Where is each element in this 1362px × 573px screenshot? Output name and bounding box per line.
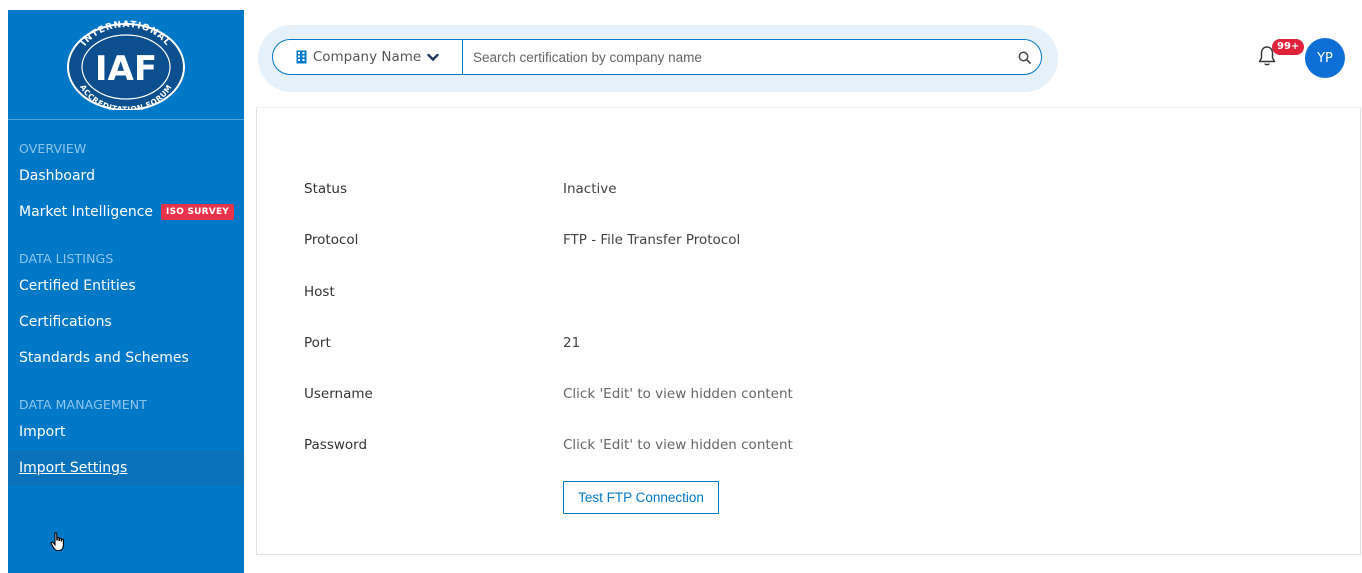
search-filter-dropdown[interactable]: Company Name [273,40,463,74]
detail-label: Password [304,437,368,453]
detail-label: Protocol [304,232,359,248]
detail-value: FTP - File Transfer Protocol [563,232,741,248]
sidebar-item-market-intelligence[interactable]: Market Intelligence ISO SURVEY [19,194,235,230]
search-button[interactable] [1007,40,1041,74]
detail-label: Status [304,181,348,197]
sidebar-item-import-settings[interactable]: Import Settings [8,450,244,486]
avatar[interactable]: YP [1305,38,1345,78]
detail-value: Inactive [563,181,617,197]
sidebar-item-certifications[interactable]: Certifications [19,304,233,340]
building-icon [296,50,307,64]
sidebar-item-standards-and-schemes[interactable]: Standards and Schemes [19,340,233,376]
sidebar-heading-overview: OVERVIEW [19,141,87,156]
detail-row-status: Status Inactive [304,179,1304,199]
sidebar-section-overview: OVERVIEW Dashboard Market Intelligence I… [8,140,244,230]
test-ftp-connection-button[interactable]: Test FTP Connection [563,481,719,514]
sidebar-heading-data-listings: DATA LISTINGS [19,251,114,266]
iaf-logo: INTERNATIONAL ACCREDITATION FORUM IAF [67,20,185,110]
detail-label: Port [304,335,331,351]
search-icon [1018,51,1031,64]
detail-value: 21 [563,335,581,351]
notification-count-badge: 99+ [1272,39,1305,55]
logo-main-text: IAF [95,49,157,89]
detail-row-host: Host [304,282,1304,302]
import-settings-details: Status Inactive Protocol FTP - File Tran… [256,148,1361,555]
detail-row-password: Password Click 'Edit' to view hidden con… [304,435,1304,455]
detail-row-username: Username Click 'Edit' to view hidden con… [304,384,1304,404]
search-filter-label: Company Name [312,49,422,65]
chevron-down-icon [427,53,439,61]
search-input[interactable] [463,40,1007,74]
detail-value: Click 'Edit' to view hidden content [563,437,793,453]
sidebar-section-data-listings: DATA LISTINGS Certified Entities Certifi… [8,250,244,376]
sidebar-item-import[interactable]: Import [19,414,233,450]
search-bar-container: Company Name [258,25,1058,92]
detail-row-protocol: Protocol FTP - File Transfer Protocol [304,230,1304,250]
card-header [256,107,1361,149]
detail-value: Click 'Edit' to view hidden content [563,386,793,402]
hand-cursor-icon [50,532,64,552]
sidebar: INTERNATIONAL ACCREDITATION FORUM IAF OV… [8,10,244,573]
sidebar-item-dashboard[interactable]: Dashboard [19,158,233,194]
detail-row-port: Port 21 [304,333,1304,353]
detail-label: Host [304,284,335,300]
detail-label: Username [304,386,373,402]
sidebar-item-certified-entities[interactable]: Certified Entities [19,268,233,304]
iso-survey-badge: ISO SURVEY [161,204,235,220]
logo-area[interactable]: INTERNATIONAL ACCREDITATION FORUM IAF [8,10,244,120]
sidebar-heading-data-management: DATA MANAGEMENT [19,397,147,412]
search-box: Company Name [272,39,1042,75]
sidebar-section-data-management: DATA MANAGEMENT Import Import Settings [8,396,244,486]
